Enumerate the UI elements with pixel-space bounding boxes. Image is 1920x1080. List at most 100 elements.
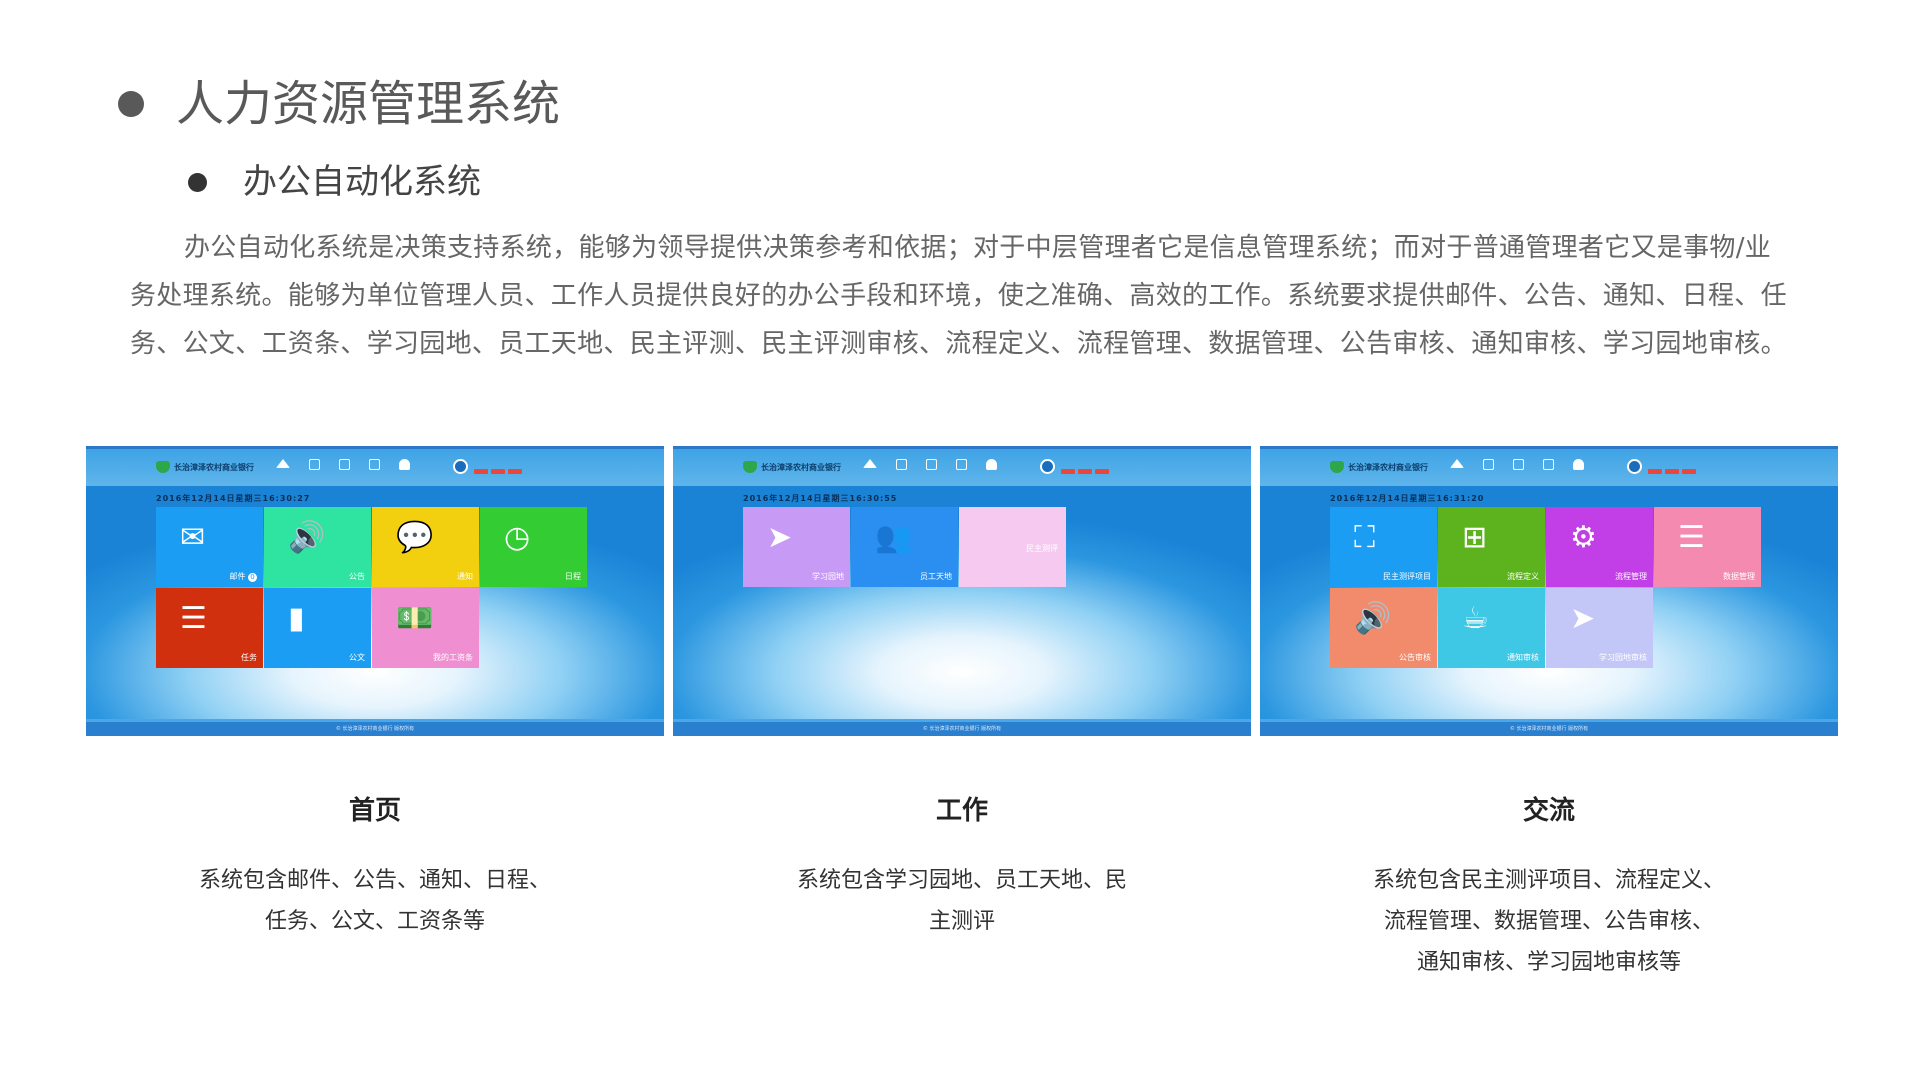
avatar[interactable] — [1040, 459, 1055, 474]
user-button[interactable] — [1665, 468, 1679, 474]
users-icon: 👥 — [875, 520, 913, 555]
communicate-icon[interactable] — [339, 459, 350, 470]
tile-label: 公告 — [349, 572, 365, 581]
tile-evaluation[interactable]: 民主测评 — [959, 507, 1066, 587]
section-subtitle-text: 办公自动化系统 — [243, 162, 481, 202]
description-paragraph: 办公自动化系统是决策支持系统，能够为领导提供决策参考和依据；对于中层管理者它是信… — [130, 233, 1787, 359]
tile-label: 公告审核 — [1399, 653, 1431, 662]
mail-icon: ✉ — [180, 520, 206, 555]
tile-label: 通知审核 — [1507, 653, 1539, 662]
cup-icon: ☕ — [1462, 601, 1489, 636]
tile-evaluation-items[interactable]: ⛶ 民主测评项目 — [1330, 507, 1437, 587]
work-icon[interactable] — [309, 459, 320, 470]
speaker-icon: 🔊 — [1354, 601, 1392, 636]
datetime-display: 2016年12月14日星期三16:30:27 — [156, 494, 311, 503]
bullet-icon — [118, 91, 144, 117]
screenshot-communication: 长治漳泽农村商业银行 2016年12月14日星期三16:31:20 ⛶ 民主测评… — [1260, 446, 1838, 736]
user-button[interactable] — [474, 468, 488, 474]
caption-line: 系统包含学习园地、员工天地、民 — [796, 868, 1127, 893]
money-icon: 💵 — [396, 601, 434, 636]
section-subtitle: 办公自动化系统 — [188, 165, 481, 199]
unread-badge: 0 — [248, 573, 257, 582]
tile-mail[interactable]: ✉ 邮件 0 — [156, 507, 263, 587]
app-footer: © 长治漳泽农村商业银行 版权所有 — [86, 722, 664, 736]
settings-icon[interactable] — [369, 459, 380, 470]
user-buttons — [1061, 468, 1109, 474]
home-icon[interactable] — [863, 459, 877, 468]
avatar[interactable] — [1627, 459, 1642, 474]
caption-line: 系统包含邮件、公告、通知、日程、 — [198, 868, 551, 893]
app-logo: 长治漳泽农村商业银行 — [1330, 461, 1428, 473]
app-footer: © 长治漳泽农村商业银行 版权所有 — [673, 722, 1251, 736]
tile-announcement-review[interactable]: 🔊 公告审核 — [1330, 588, 1437, 668]
tile-label: 学习园地 — [812, 572, 844, 581]
tile-label: 公文 — [349, 653, 365, 662]
user-button[interactable] — [1061, 468, 1075, 474]
caption-line: 任务、公文、工资条等 — [264, 909, 485, 934]
bell-icon[interactable] — [1573, 459, 1584, 470]
nav-bar — [1450, 459, 1584, 470]
settings-icon[interactable] — [956, 459, 967, 470]
tile-data-management[interactable]: ☰ 数据管理 — [1654, 507, 1761, 587]
user-button[interactable] — [1095, 468, 1109, 474]
bank-logo-icon — [743, 461, 757, 473]
communicate-icon[interactable] — [1513, 459, 1524, 470]
work-icon[interactable] — [1483, 459, 1494, 470]
bell-icon[interactable] — [986, 459, 997, 470]
gear-icon: ⚙ — [1570, 520, 1597, 555]
caption-title-work: 工作 — [935, 796, 988, 826]
settings-icon[interactable] — [1543, 459, 1554, 470]
app-name: 长治漳泽农村商业银行 — [1348, 462, 1428, 472]
caption-desc-home: 系统包含邮件、公告、通知、日程、 任务、公文、工资条等 — [195, 860, 555, 942]
tile-label: 我的工资条 — [433, 653, 473, 662]
app-footer: © 长治漳泽农村商业银行 版权所有 — [1260, 722, 1838, 736]
user-button[interactable] — [1078, 468, 1092, 474]
bank-logo-icon — [156, 461, 170, 473]
tile-notice[interactable]: 💬 通知 — [372, 507, 479, 587]
user-button[interactable] — [491, 468, 505, 474]
bank-logo-icon — [1330, 461, 1344, 473]
tile-payslip[interactable]: 💵 我的工资条 — [372, 588, 479, 668]
document-icon: ▮ — [288, 601, 305, 636]
database-icon: ☰ — [1678, 520, 1705, 555]
tile-learning[interactable]: ➤ 学习园地 — [743, 507, 850, 587]
app-name: 长治漳泽农村商业银行 — [174, 462, 254, 472]
tile-announcement[interactable]: 🔊 公告 — [264, 507, 371, 587]
page-title: 人力资源管理系统 — [118, 80, 560, 128]
caption-title-home: 首页 — [348, 796, 401, 826]
tile-task[interactable]: ☰ 任务 — [156, 588, 263, 668]
caption-desc-work: 系统包含学习园地、员工天地、民 主测评 — [782, 860, 1142, 942]
tile-learning-review[interactable]: ➤ 学习园地审核 — [1546, 588, 1653, 668]
user-button[interactable] — [508, 468, 522, 474]
frame-icon: ⛶ — [1354, 520, 1375, 555]
tile-label: 学习园地审核 — [1599, 653, 1647, 662]
paper-plane-icon: ➤ — [1570, 601, 1596, 636]
avatar[interactable] — [453, 459, 468, 474]
tile-schedule[interactable]: ◷ 日程 — [480, 507, 587, 587]
tile-process-definition[interactable]: ⊞ 流程定义 — [1438, 507, 1545, 587]
caption-line: 系统包含民主测评项目、流程定义、 — [1372, 868, 1725, 893]
user-area — [1627, 459, 1696, 474]
tile-document[interactable]: ▮ 公文 — [264, 588, 371, 668]
home-icon[interactable] — [1450, 459, 1464, 468]
user-button[interactable] — [1648, 468, 1662, 474]
screenshot-work: 长治漳泽农村商业银行 2016年12月14日星期三16:30:55 ➤ 学习园地… — [673, 446, 1251, 736]
tile-label: 民主测评项目 — [1383, 572, 1431, 581]
home-icon[interactable] — [276, 459, 290, 468]
tile-notice-review[interactable]: ☕ 通知审核 — [1438, 588, 1545, 668]
datetime-display: 2016年12月14日星期三16:30:55 — [743, 494, 898, 503]
tile-label: 通知 — [457, 572, 473, 581]
tile-staff[interactable]: 👥 员工天地 — [851, 507, 958, 587]
bell-icon[interactable] — [399, 459, 410, 470]
tile-label: 流程定义 — [1507, 572, 1539, 581]
work-icon[interactable] — [896, 459, 907, 470]
screenshot-home: 长治漳泽农村商业银行 2016年12月14日星期三16:30:27 ✉ 邮件 0… — [86, 446, 664, 736]
tile-label: 民主测评 — [1026, 544, 1058, 553]
paper-plane-icon: ➤ — [767, 520, 793, 555]
sitemap-icon: ⊞ — [1462, 520, 1488, 555]
tile-label: 员工天地 — [920, 572, 952, 581]
user-buttons — [474, 468, 522, 474]
communicate-icon[interactable] — [926, 459, 937, 470]
user-button[interactable] — [1682, 468, 1696, 474]
tile-process-management[interactable]: ⚙ 流程管理 — [1546, 507, 1653, 587]
